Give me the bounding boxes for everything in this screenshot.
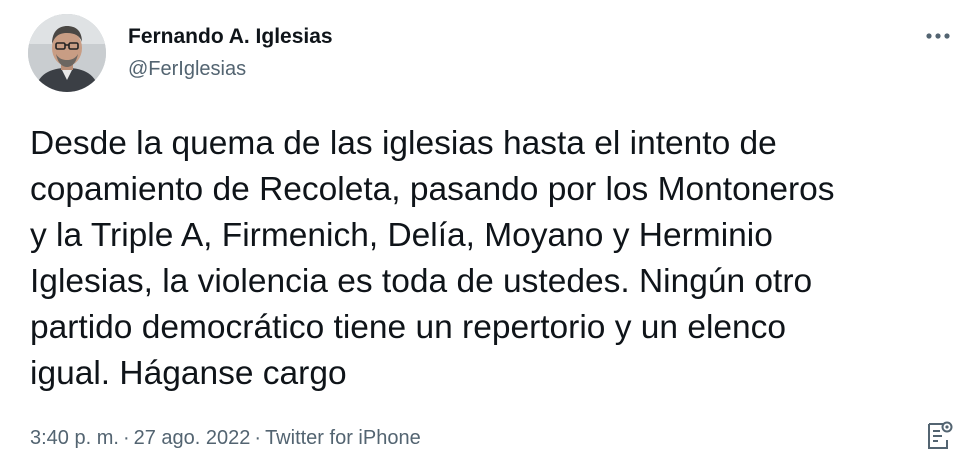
author-avatar[interactable]: [28, 14, 106, 92]
analytics-icon: [928, 421, 953, 449]
tweet-date[interactable]: 27 ago. 2022: [134, 427, 251, 449]
author-display-name[interactable]: Fernando A. Iglesias: [128, 24, 333, 50]
meta-separator: ·: [254, 427, 262, 449]
meta-separator: ·: [122, 427, 130, 449]
tweet-source-client[interactable]: Twitter for iPhone: [265, 427, 421, 449]
more-options-button[interactable]: [918, 22, 958, 50]
tweet-metadata: 3:40 p. m. · 27 ago. 2022 · Twitter for iPho…: [30, 424, 421, 452]
tweet-text: Desde la quema de las iglesias hasta el …: [30, 125, 835, 392]
more-horizontal-icon: [926, 33, 950, 39]
author-info: Fernando A. Iglesias @FerIglesias: [128, 24, 333, 82]
view-analytics-button[interactable]: [924, 418, 954, 452]
tweet-card: Fernando A. Iglesias @FerIglesias Desde …: [0, 0, 980, 476]
author-handle[interactable]: @FerIglesias: [128, 56, 333, 82]
profile-photo-icon: [28, 14, 106, 92]
tweet-time[interactable]: 3:40 p. m.: [30, 427, 119, 449]
